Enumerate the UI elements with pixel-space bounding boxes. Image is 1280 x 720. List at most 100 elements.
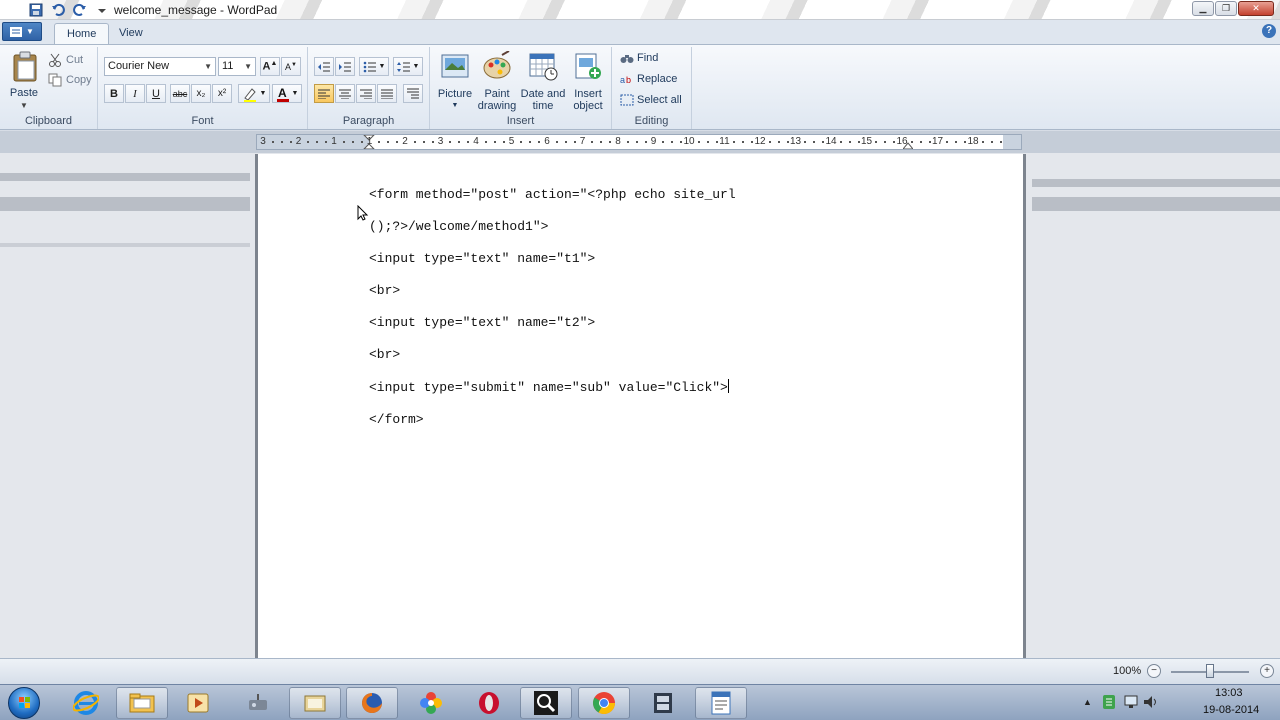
font-color-icon: A — [276, 86, 289, 102]
screen-artifact — [0, 197, 250, 211]
paste-icon — [13, 51, 36, 82]
grow-font-button[interactable]: A▲ — [260, 57, 280, 76]
ribbon: Paste ▼ Cut Copy Clipboard Courier New ▼… — [0, 44, 1280, 130]
minimize-button[interactable]: ▁ — [1192, 1, 1214, 16]
network-icon[interactable] — [1124, 695, 1140, 709]
date-and-time-button[interactable]: Date and time — [520, 51, 566, 112]
italic-button[interactable]: I — [125, 84, 145, 103]
taskbar-media-app[interactable] — [637, 687, 689, 719]
taskbar-wordpad[interactable] — [695, 687, 747, 719]
text-line: <input type="text" name="t2"> — [369, 315, 596, 330]
superscript-button[interactable]: x² — [212, 84, 232, 103]
clock-date[interactable]: 19-08-2014 — [1203, 704, 1259, 716]
underline-button[interactable]: U — [146, 84, 166, 103]
status-bar: 100% − + — [0, 658, 1280, 684]
ruler-tick — [493, 141, 496, 143]
start-button[interactable] — [8, 687, 40, 719]
ruler-tick — [529, 141, 532, 143]
select-all-button[interactable]: Select all — [620, 94, 682, 106]
ruler-tick-label: 13 — [789, 136, 802, 147]
taskbar-internet-explorer[interactable] — [60, 687, 112, 719]
clipboard-group-label: Clipboard — [24, 115, 73, 127]
close-button[interactable]: ✕ — [1238, 1, 1274, 16]
ruler-tick — [431, 141, 434, 143]
chevron-down-icon: ▼ — [244, 62, 252, 71]
tab-home[interactable]: Home — [54, 23, 110, 44]
undo-icon[interactable] — [50, 2, 66, 18]
cut-label: Cut — [66, 54, 84, 66]
ruler-tick — [573, 141, 576, 143]
taskbar-file-manager[interactable] — [289, 687, 341, 719]
zoom-out-button[interactable]: − — [1147, 664, 1161, 678]
ruler-tick-label: 10 — [683, 136, 695, 147]
insert-picture-button[interactable]: Picture ▼ — [436, 51, 474, 112]
clock-time[interactable]: 13:03 — [1215, 687, 1243, 699]
horizontal-ruler[interactable]: 3 2 1 1 2 3 4 5 6 7 8 9 10 11 12 13 14 15 16 17 18 — [256, 134, 1022, 150]
copy-button[interactable]: Copy — [48, 71, 92, 89]
insert-group: Picture ▼ Paint drawing Date and time In… — [430, 47, 612, 129]
bullets-button[interactable]: ▼ — [359, 57, 389, 76]
cut-button[interactable]: Cut — [48, 51, 83, 69]
shrink-font-button[interactable]: A▼ — [281, 57, 301, 76]
ruler-tick-label: 8 — [615, 136, 621, 147]
application-menu-button[interactable]: ▼ — [2, 22, 42, 41]
document-text[interactable]: <form method="post" action="<?php echo s… — [369, 171, 736, 444]
zoom-in-button[interactable]: + — [1260, 664, 1274, 678]
maximize-button[interactable]: ❐ — [1215, 1, 1237, 16]
taskbar-search-app[interactable] — [520, 687, 572, 719]
taskbar-network-app[interactable] — [232, 687, 284, 719]
line-spacing-button[interactable]: ▼ — [393, 57, 423, 76]
font-family-select[interactable]: Courier New ▼ — [104, 57, 216, 76]
windows-logo-icon — [19, 697, 30, 708]
ruler-tick — [458, 141, 461, 143]
save-icon[interactable] — [28, 2, 44, 18]
font-color-button[interactable]: A ▼ — [272, 84, 302, 103]
volume-icon[interactable] — [1143, 695, 1159, 709]
replace-icon: ab — [620, 75, 631, 85]
bold-button[interactable]: B — [104, 84, 124, 103]
subscript-button[interactable]: x₂ — [191, 84, 211, 103]
binoculars-icon — [620, 55, 634, 63]
ruler-tick — [990, 141, 993, 143]
highlight-color-button[interactable]: ▼ — [238, 84, 270, 103]
paragraph-settings-button[interactable] — [403, 84, 423, 103]
align-right-button[interactable] — [356, 84, 376, 103]
tab-view[interactable]: View — [107, 23, 155, 44]
strikethrough-button[interactable]: abc — [170, 84, 190, 103]
ruler-tick-label: 3 — [437, 136, 444, 147]
align-center-button[interactable] — [335, 84, 355, 103]
ruler-tick — [538, 141, 541, 143]
taskbar-chrome[interactable] — [578, 687, 630, 719]
find-button[interactable]: Find — [620, 52, 658, 64]
zoom-level-text[interactable]: 100% — [1113, 665, 1141, 677]
paint-drawing-button[interactable]: Paint drawing — [476, 50, 518, 112]
taskbar-windows-explorer[interactable] — [116, 687, 168, 719]
zoom-slider-thumb[interactable] — [1206, 664, 1214, 678]
folder-icon — [129, 693, 155, 713]
help-icon[interactable]: ? — [1262, 24, 1276, 38]
taskbar-color-app[interactable] — [405, 687, 457, 719]
paste-button[interactable]: Paste ▼ — [6, 51, 42, 110]
ruler-tick — [777, 141, 780, 143]
redo-icon[interactable] — [72, 2, 88, 18]
increase-indent-button[interactable] — [335, 57, 355, 76]
paste-dropdown-icon[interactable]: ▼ — [20, 101, 28, 110]
ruler-tick — [422, 141, 425, 143]
customize-qat-icon[interactable] — [94, 2, 110, 18]
tray-app-icon[interactable] — [1102, 694, 1116, 710]
replace-button[interactable]: ab Replace — [620, 73, 677, 85]
font-size-select[interactable]: 11 ▼ — [218, 57, 256, 76]
taskbar-opera[interactable] — [463, 687, 515, 719]
align-left-button[interactable] — [314, 84, 334, 103]
justify-button[interactable] — [377, 84, 397, 103]
insert-object-button[interactable]: Insert object — [568, 51, 608, 112]
text-line: <input type="text" name="t1"> — [369, 251, 596, 266]
ruler-tick — [813, 141, 816, 143]
ruler-tick — [804, 141, 807, 143]
firefox-icon — [362, 693, 382, 713]
tray-expand-icon[interactable]: ▲ — [1083, 697, 1092, 707]
shrink-font-icon: A▼ — [285, 61, 297, 72]
taskbar-media-player[interactable] — [172, 687, 224, 719]
decrease-indent-button[interactable] — [314, 57, 334, 76]
taskbar-firefox[interactable] — [346, 687, 398, 719]
